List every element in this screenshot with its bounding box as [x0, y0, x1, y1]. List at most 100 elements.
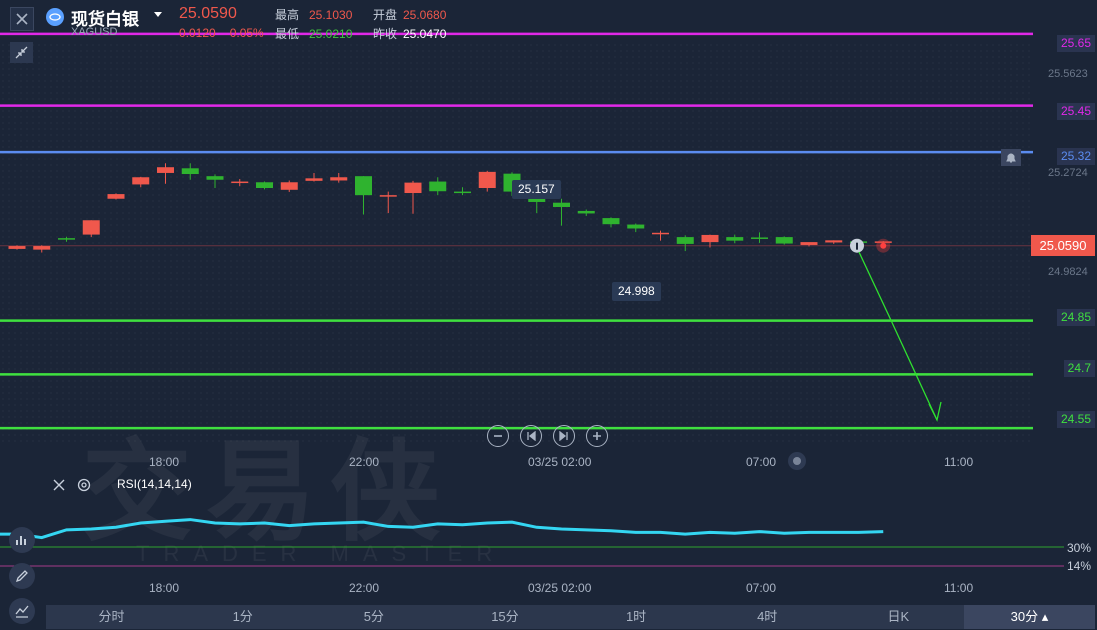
level-tag[interactable]: 24.55: [1056, 411, 1095, 428]
candle-body: [181, 168, 199, 175]
collapse-button[interactable]: [10, 42, 33, 63]
candle-body: [775, 237, 793, 244]
pencil-icon: [15, 570, 28, 583]
chart-navigation: [487, 425, 608, 447]
x-tick: 07:00: [746, 581, 777, 595]
line-chart-icon: [15, 605, 29, 618]
high-callout: 25.157: [512, 180, 561, 199]
chevron-down-icon[interactable]: [154, 12, 162, 17]
crosshair-button[interactable]: [788, 452, 806, 470]
candle-body: [751, 237, 768, 239]
low-callout: 24.998: [612, 282, 661, 301]
tab-time-share[interactable]: 分时: [46, 605, 177, 629]
plus-icon: [593, 432, 601, 440]
collapse-icon: [15, 46, 28, 59]
draw-button[interactable]: [9, 563, 35, 589]
stats-panel: 最高 25.1030 开盘 25.0680 最低 25.0210 昨收 25.0…: [275, 5, 498, 43]
candle-body: [330, 177, 348, 181]
candle-body: [652, 232, 669, 235]
silver-coin-icon: [46, 8, 64, 26]
price-change-percent: 0.05%: [229, 26, 264, 40]
timeframe-tabs: 分时 1分 5分 15分 1时 4时 日K 30分 ▴: [46, 605, 1095, 629]
candle-body: [132, 177, 150, 185]
symbol-code: XAGUSD: [71, 26, 118, 38]
candle-body: [800, 242, 818, 245]
price-tick: 24.9824: [1048, 266, 1088, 278]
x-tick: 07:00: [746, 455, 777, 469]
level-tag[interactable]: 25.32: [1056, 148, 1095, 165]
price-chart[interactable]: [0, 0, 1097, 630]
dot-icon: [793, 457, 801, 465]
candle-body: [231, 181, 249, 184]
high-label: 最高: [275, 8, 300, 22]
candle-body: [429, 181, 447, 192]
current-price-tag: 25.0590: [1031, 235, 1095, 256]
tab-5min[interactable]: 5分: [308, 605, 439, 629]
settings-icon[interactable]: [76, 477, 92, 493]
candle-body: [58, 238, 75, 240]
tab-4hour[interactable]: 4时: [702, 605, 833, 629]
bar-chart-icon: [16, 536, 26, 545]
x-tick: 22:00: [349, 581, 380, 595]
tab-daily[interactable]: 日K: [833, 605, 964, 629]
price-tick: 25.5623: [1048, 68, 1088, 80]
rsi-line: [0, 518, 884, 540]
current-price: 25.0590: [179, 5, 237, 22]
change-row: 0.0120 0.05%: [179, 26, 264, 40]
tab-1min[interactable]: 1分: [177, 605, 308, 629]
x-tick: 03/25 02:00: [528, 455, 592, 469]
high-value: 25.1030: [309, 7, 353, 22]
minus-icon: [494, 435, 502, 437]
header-bar: 现货白银 XAGUSD 25.0590 0.0120 0.05% 最高 25.1…: [0, 0, 1097, 43]
tab-30min[interactable]: 30分 ▴: [963, 605, 1095, 629]
candle-body: [825, 240, 843, 243]
candle-body: [305, 178, 323, 181]
rsi-toolbar: [52, 477, 92, 493]
close-icon[interactable]: [52, 478, 66, 492]
x-tick: 03/25 02:00: [528, 581, 592, 595]
candle-body: [157, 167, 174, 173]
tab-1hour[interactable]: 1时: [571, 605, 702, 629]
candle-body: [676, 237, 694, 244]
caret-up-icon: ▴: [1041, 609, 1049, 624]
low-value: 25.0210: [309, 26, 353, 41]
level-tag[interactable]: 24.7: [1063, 360, 1095, 377]
zoom-in-button[interactable]: [586, 425, 608, 447]
x-tick: 11:00: [944, 455, 974, 469]
candle-body: [107, 194, 125, 199]
candle-body: [701, 234, 719, 243]
prev-close-value: 25.0470: [403, 26, 447, 41]
candle-body: [82, 220, 100, 235]
rsi-level-label: 14%: [1067, 559, 1092, 573]
close-button[interactable]: [10, 7, 34, 31]
candle-body: [553, 202, 570, 207]
tab-15min[interactable]: 15分: [439, 605, 570, 629]
candle-body: [577, 210, 595, 214]
candle-body: [404, 182, 422, 194]
x-tick: 11:00: [944, 581, 974, 595]
candle-body: [280, 182, 298, 190]
close-icon: [16, 13, 28, 25]
level-tag[interactable]: 24.85: [1056, 309, 1095, 326]
scroll-start-button[interactable]: [520, 425, 542, 447]
live-price-dot: [880, 242, 887, 249]
prev-close-label: 昨收: [373, 27, 398, 41]
price-tick: 25.2724: [1048, 167, 1088, 179]
x-tick: 22:00: [349, 455, 380, 469]
rsi-indicator-label[interactable]: RSI(14,14,14): [117, 477, 192, 491]
zoom-out-button[interactable]: [487, 425, 509, 447]
level-tag[interactable]: 25.45: [1056, 103, 1095, 120]
open-label: 开盘: [373, 8, 398, 22]
indicator-button[interactable]: [9, 527, 35, 553]
candle-body: [206, 176, 224, 180]
level-tag[interactable]: 25.65: [1056, 35, 1095, 52]
candle-body: [256, 182, 273, 188]
scroll-end-button[interactable]: [553, 425, 575, 447]
candle-body: [355, 176, 372, 196]
candle-body: [379, 195, 397, 197]
candle-body: [33, 246, 51, 250]
trend-button[interactable]: [9, 598, 35, 624]
alert-button[interactable]: [1001, 149, 1021, 166]
open-value: 25.0680: [403, 7, 447, 22]
candle-body: [726, 237, 744, 241]
